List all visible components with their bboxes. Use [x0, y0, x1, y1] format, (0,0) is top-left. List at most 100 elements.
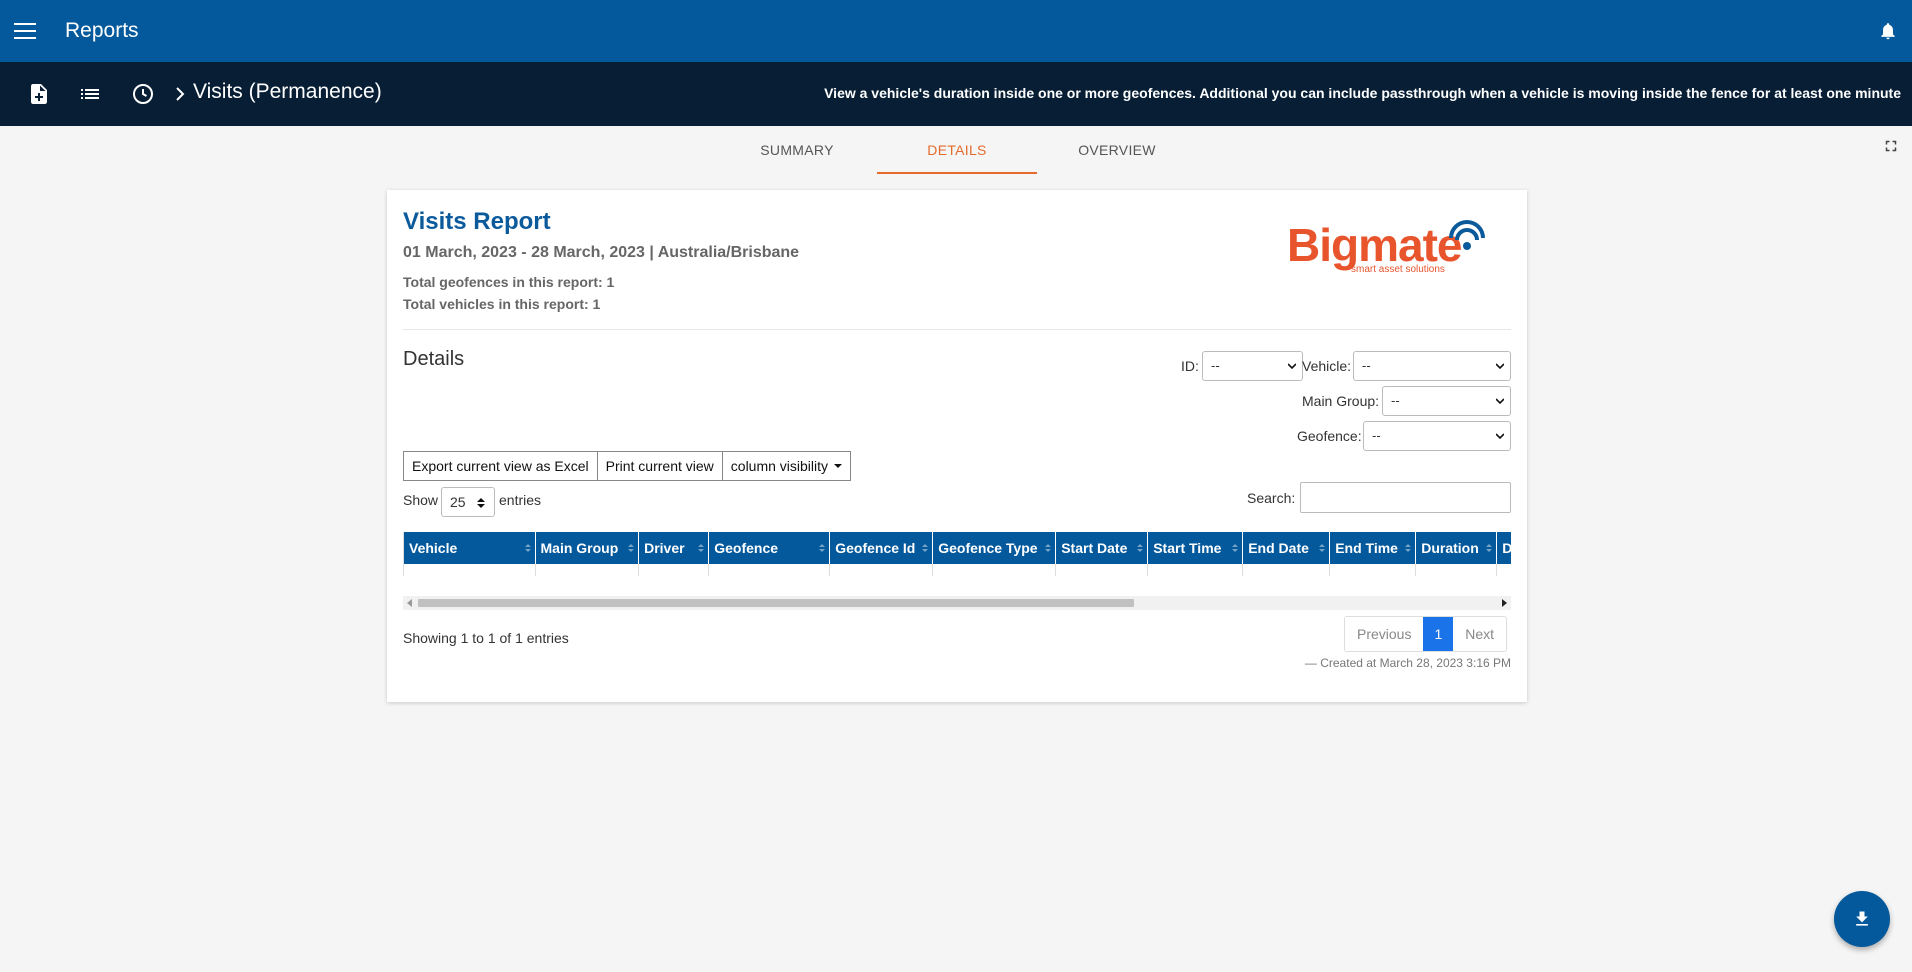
new-report-icon[interactable] [27, 82, 51, 106]
search-input[interactable] [1300, 482, 1511, 513]
report-title: Visits Report [403, 208, 551, 235]
column-header[interactable]: Geofence [708, 532, 831, 564]
search-label: Search: [1247, 490, 1296, 506]
column-header[interactable]: Geofence Type [932, 532, 1057, 564]
geofence-filter-label: Geofence: [1297, 428, 1362, 444]
sort-icon [922, 544, 929, 552]
sort-icon [628, 544, 635, 552]
scrollbar-thumb[interactable] [418, 599, 1134, 607]
id-filter-select[interactable]: -- [1202, 351, 1303, 381]
table-row[interactable]: 867730059600415Bigmate DemoNo Drivernew … [404, 564, 1511, 576]
column-header[interactable]: End Time [1329, 532, 1417, 564]
scroll-left-icon[interactable] [407, 599, 412, 607]
horizontal-scrollbar[interactable] [403, 596, 1511, 610]
table-cell: 13 [1496, 564, 1511, 576]
vehicle-filter-label: Vehicle: [1302, 358, 1352, 374]
download-button[interactable] [1834, 891, 1890, 947]
table-cell: 74:19:54 [1415, 564, 1498, 576]
details-title: Details [403, 348, 465, 370]
table-cell: 02/03/2023 [1055, 564, 1149, 576]
scroll-right-icon[interactable] [1502, 599, 1507, 607]
menu-icon[interactable] [14, 23, 36, 39]
column-header[interactable]: End Date [1242, 532, 1331, 564]
previous-page-button[interactable]: Previous [1345, 617, 1424, 651]
fullscreen-icon[interactable] [1882, 137, 1900, 155]
table-cell: new test brisbane [708, 564, 831, 576]
table-cell: No Driver [638, 564, 710, 576]
created-timestamp: — Created at March 28, 2023 3:16 PM [1304, 656, 1511, 670]
table-cell: Bigmate Demo [535, 564, 640, 576]
geofence-filter-select[interactable]: -- [1363, 421, 1511, 451]
column-header[interactable]: Start Time [1147, 532, 1244, 564]
table-cell: LineString [932, 564, 1057, 576]
chevron-down-icon [1496, 433, 1504, 440]
sort-icon [1232, 544, 1239, 552]
sort-icon [698, 544, 705, 552]
column-header[interactable]: Dis [1496, 532, 1511, 564]
table-cell: 24377 [829, 564, 934, 576]
table-body: 867730059600415Bigmate DemoNo Drivernew … [404, 564, 1511, 576]
tab-overview[interactable]: OVERVIEW [1037, 126, 1197, 174]
table-info: Showing 1 to 1 of 1 entries [403, 630, 569, 646]
chevron-down-icon [1496, 398, 1504, 405]
column-header[interactable]: Start Date [1055, 532, 1149, 564]
sort-icon [1137, 544, 1144, 552]
chevron-down-icon [1288, 363, 1296, 370]
entries-label: entries [499, 492, 542, 508]
vehicle-filter-select[interactable]: -- [1353, 351, 1511, 381]
table-cell: 05/03/2023 [1242, 564, 1331, 576]
tab-summary[interactable]: SUMMARY [717, 126, 877, 174]
table-cell: 867730059600415 [404, 564, 536, 576]
page-1-button[interactable]: 1 [1423, 617, 1454, 651]
app-title: Reports [65, 19, 139, 42]
download-icon [1856, 911, 1868, 926]
column-header[interactable]: Main Group [535, 532, 640, 564]
sort-icon [1405, 544, 1412, 552]
report-card: Visits Report 01 March, 2023 - 28 March,… [387, 190, 1527, 702]
total-vehicles: Total vehicles in this report: 1 [403, 296, 601, 312]
pagination: Previous 1 Next [1344, 616, 1508, 652]
table-header-row: Vehicle Main Group Driver Geofence Geofence … [404, 532, 1511, 564]
report-date-range: 01 March, 2023 - 28 March, 2023 | Austra… [403, 244, 800, 261]
column-header[interactable]: Duration [1415, 532, 1498, 564]
details-table: Vehicle Main Group Driver Geofence Geofence … [404, 532, 1511, 576]
sort-icon [819, 544, 826, 552]
sort-icon [1319, 544, 1326, 552]
divider [403, 329, 1511, 330]
report-tabs: SUMMARY DETAILS OVERVIEW [0, 126, 1912, 174]
page-title: Visits (Permanence) [193, 80, 382, 103]
history-icon[interactable] [131, 82, 155, 106]
table-cell: 15:35:28 [1329, 564, 1417, 576]
column-visibility-button[interactable]: column visibility [721, 451, 852, 481]
next-page-button[interactable]: Next [1453, 617, 1507, 651]
sort-icon [524, 544, 531, 552]
table-cell: 13:15:34 [1147, 564, 1244, 576]
chevron-right-icon [176, 87, 185, 101]
print-button[interactable]: Print current view [596, 451, 723, 481]
total-geofences: Total geofences in this report: 1 [403, 274, 615, 290]
column-header[interactable]: Driver [638, 532, 710, 564]
tab-details[interactable]: DETAILS [877, 126, 1037, 174]
table-actions: Export current view as Excel Print curre… [403, 451, 852, 481]
bigmate-logo: Bigmate smart asset solutions [1287, 218, 1497, 278]
report-toolbar: Visits (Permanence) View a vehicle's dur… [0, 62, 1912, 126]
column-header[interactable]: Geofence Id [829, 532, 934, 564]
app-bar: Reports [0, 0, 1912, 62]
bell-icon[interactable] [1878, 20, 1898, 42]
details-table-container: Vehicle Main Group Driver Geofence Geofence … [403, 532, 1511, 576]
id-filter-label: ID: [1181, 358, 1199, 374]
chevron-down-icon [1496, 363, 1504, 370]
show-label: Show [403, 492, 439, 508]
column-header[interactable]: Vehicle [404, 532, 536, 564]
sort-icon [1045, 544, 1052, 552]
page-length-select[interactable]: 25 [441, 487, 495, 517]
sort-icon [1486, 544, 1493, 552]
list-icon[interactable] [78, 82, 102, 106]
export-excel-button[interactable]: Export current view as Excel [403, 451, 598, 481]
main-group-filter-select[interactable]: -- [1382, 386, 1511, 416]
caret-down-icon [834, 464, 843, 468]
wifi-signal-icon [1449, 220, 1485, 250]
up-down-arrows-icon [477, 498, 485, 508]
report-description: View a vehicle's duration inside one or … [824, 85, 1901, 101]
main-group-filter-label: Main Group: [1302, 393, 1380, 409]
